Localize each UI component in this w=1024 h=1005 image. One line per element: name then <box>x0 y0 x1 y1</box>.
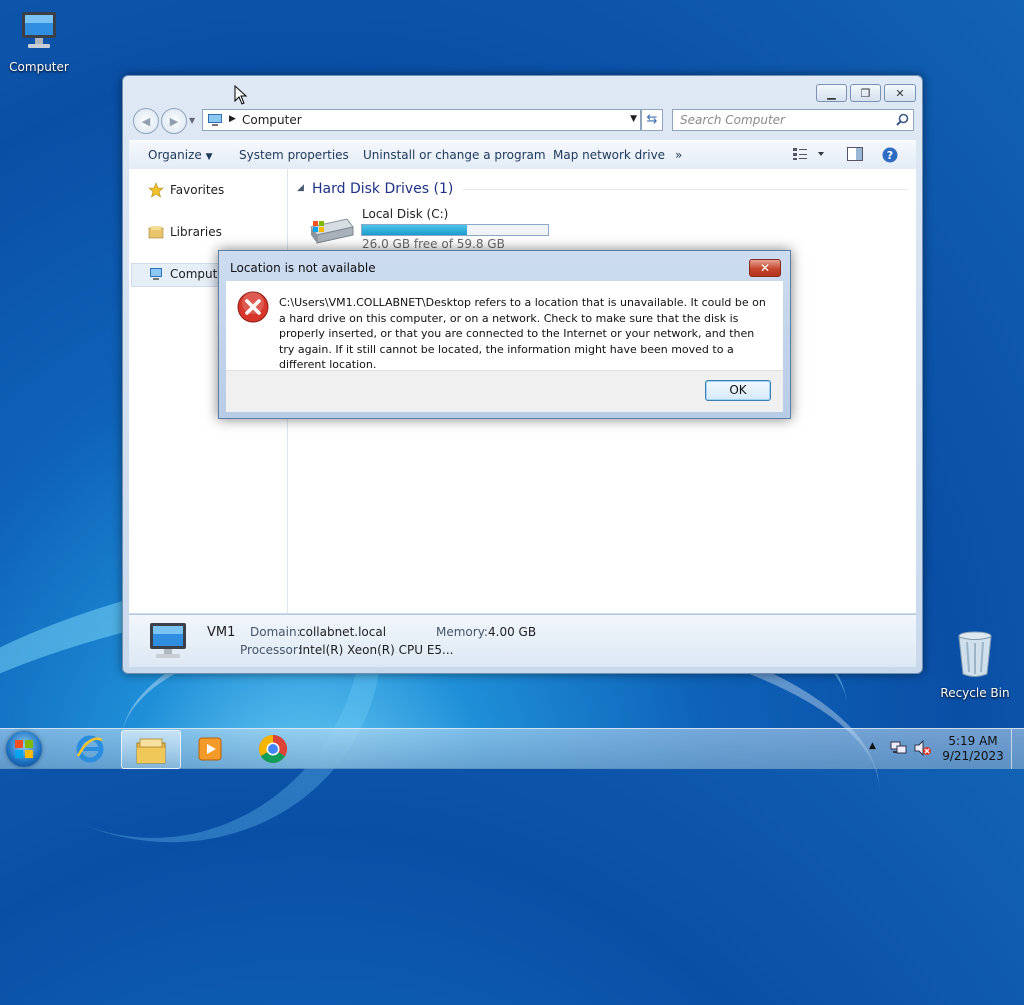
close-button[interactable]: ✕ <box>884 84 916 102</box>
close-icon: ✕ <box>759 261 771 275</box>
drive-usage-fill <box>362 225 468 235</box>
breadcrumb-arrow-icon[interactable]: ▶ <box>229 114 236 124</box>
svg-text:?: ? <box>887 149 893 162</box>
chevron-down-icon: ▼ <box>205 152 213 162</box>
media-player-icon <box>197 735 225 766</box>
back-button[interactable]: ◀ <box>133 108 159 134</box>
forward-button[interactable]: ▶ <box>161 108 187 134</box>
file-explorer-icon <box>135 735 167 768</box>
details-pane: VM1 Domain: collabnet.local Memory: 4.00… <box>129 614 916 667</box>
navigation-bar: ◀ ▶ ▼ ▶ Computer ▼ ⇆ Search Computer <box>131 106 914 136</box>
nav-item-libraries[interactable]: Libraries <box>148 224 222 243</box>
processor-value: Intel(R) Xeon(R) CPU E5... <box>299 643 454 657</box>
dialog-close-button[interactable]: ✕ <box>749 259 781 277</box>
error-icon <box>237 291 269 326</box>
chrome-icon <box>258 734 288 767</box>
caption-buttons: ▁ ❐ ✕ <box>813 84 916 102</box>
windows-logo-icon <box>15 740 33 761</box>
section-title: Hard Disk Drives (1) <box>312 181 454 197</box>
system-clock[interactable]: 5:19 AM 9/21/2023 <box>942 734 1004 764</box>
search-box[interactable]: Search Computer <box>672 109 914 131</box>
uninstall-program-button[interactable]: Uninstall or change a program <box>363 148 546 162</box>
minimize-button[interactable]: ▁ <box>816 84 847 102</box>
drive-free-space: 26.0 GB free of 59.8 GB <box>362 237 505 251</box>
computer-name: VM1 <box>207 625 236 640</box>
recycle-bin-icon <box>938 630 1012 683</box>
address-bar[interactable]: ▶ Computer ▼ <box>202 109 641 131</box>
maximize-icon: ❐ <box>860 86 871 100</box>
dialog-body: C:\Users\VM1.COLLABNET\Desktop refers to… <box>226 281 783 371</box>
ok-button[interactable]: OK <box>705 380 771 401</box>
volume-muted-icon[interactable] <box>914 739 932 759</box>
drive-name: Local Disk (C:) <box>362 207 449 221</box>
nav-label: Favorites <box>170 183 225 197</box>
maximize-button[interactable]: ❐ <box>850 84 881 102</box>
mouse-cursor-icon <box>234 84 248 108</box>
desktop-icon-computer[interactable]: Computer <box>2 10 76 74</box>
clock-time: 5:19 AM <box>948 734 998 748</box>
internet-explorer-icon <box>75 734 105 767</box>
more-commands-button[interactable]: » <box>675 148 682 162</box>
back-arrow-icon: ◀ <box>141 114 151 128</box>
desktop-icon-label: Recycle Bin <box>940 686 1010 700</box>
dialog-footer: OK <box>226 370 783 412</box>
computer-icon <box>148 268 164 285</box>
recent-pages-dropdown-icon[interactable]: ▼ <box>189 116 195 125</box>
processor-label: Processor: <box>240 643 302 657</box>
minimize-icon: ▁ <box>827 86 836 100</box>
breadcrumb-computer[interactable]: Computer <box>242 113 302 127</box>
collapse-section-icon[interactable]: ◢ <box>297 183 304 193</box>
taskbar-media-player[interactable] <box>182 730 240 767</box>
refresh-button[interactable]: ⇆ <box>641 109 663 131</box>
dialog-message: C:\Users\VM1.COLLABNET\Desktop refers to… <box>279 296 766 371</box>
map-network-drive-button[interactable]: Map network drive <box>553 148 665 162</box>
network-icon[interactable] <box>890 740 908 759</box>
computer-icon <box>147 621 193 664</box>
error-dialog: Location is not available ✕ C:\Users\VM1… <box>218 250 791 419</box>
nav-item-computer[interactable]: Computer <box>148 266 230 285</box>
star-icon <box>148 182 164 201</box>
taskbar-internet-explorer[interactable] <box>60 730 118 767</box>
clock-date: 9/21/2023 <box>942 749 1004 763</box>
memory-value: 4.00 GB <box>488 625 537 639</box>
search-icon[interactable] <box>896 113 909 129</box>
preview-pane-icon[interactable] <box>847 147 863 164</box>
section-divider <box>463 189 908 190</box>
help-icon[interactable]: ? <box>882 147 898 166</box>
refresh-icon: ⇆ <box>646 112 658 127</box>
show-desktop-button[interactable] <box>1011 729 1024 769</box>
hard-drive-icon <box>307 213 355 248</box>
taskbar-chrome[interactable] <box>244 730 302 767</box>
start-button[interactable] <box>6 731 42 767</box>
desktop-icon-label: Computer <box>9 60 69 74</box>
organize-menu[interactable]: Organize ▼ <box>148 148 213 162</box>
computer-icon <box>2 10 76 57</box>
search-placeholder: Search Computer <box>680 113 785 127</box>
domain-label: Domain: <box>250 625 301 639</box>
close-icon: ✕ <box>895 86 905 100</box>
taskbar: ▲ 5:19 AM 9/21/2023 <box>0 728 1024 769</box>
organize-label: Organize <box>148 148 202 162</box>
library-icon <box>148 226 164 243</box>
desktop-icon-recycle-bin[interactable]: Recycle Bin <box>938 630 1012 700</box>
show-hidden-icons-icon[interactable]: ▲ <box>869 741 876 751</box>
forward-arrow-icon: ▶ <box>169 114 179 128</box>
address-dropdown-icon[interactable]: ▼ <box>630 114 637 124</box>
change-view-icon[interactable] <box>792 147 828 164</box>
system-properties-button[interactable]: System properties <box>239 148 349 162</box>
nav-item-favorites[interactable]: Favorites <box>148 182 224 201</box>
command-bar: Organize ▼ System properties Uninstall o… <box>129 140 916 170</box>
drive-usage-bar <box>361 224 549 236</box>
dialog-title: Location is not available <box>230 261 376 275</box>
nav-label: Libraries <box>170 225 222 239</box>
computer-icon <box>207 113 223 130</box>
taskbar-file-explorer[interactable] <box>121 730 181 769</box>
memory-label: Memory: <box>436 625 488 639</box>
domain-value: collabnet.local <box>299 625 387 639</box>
